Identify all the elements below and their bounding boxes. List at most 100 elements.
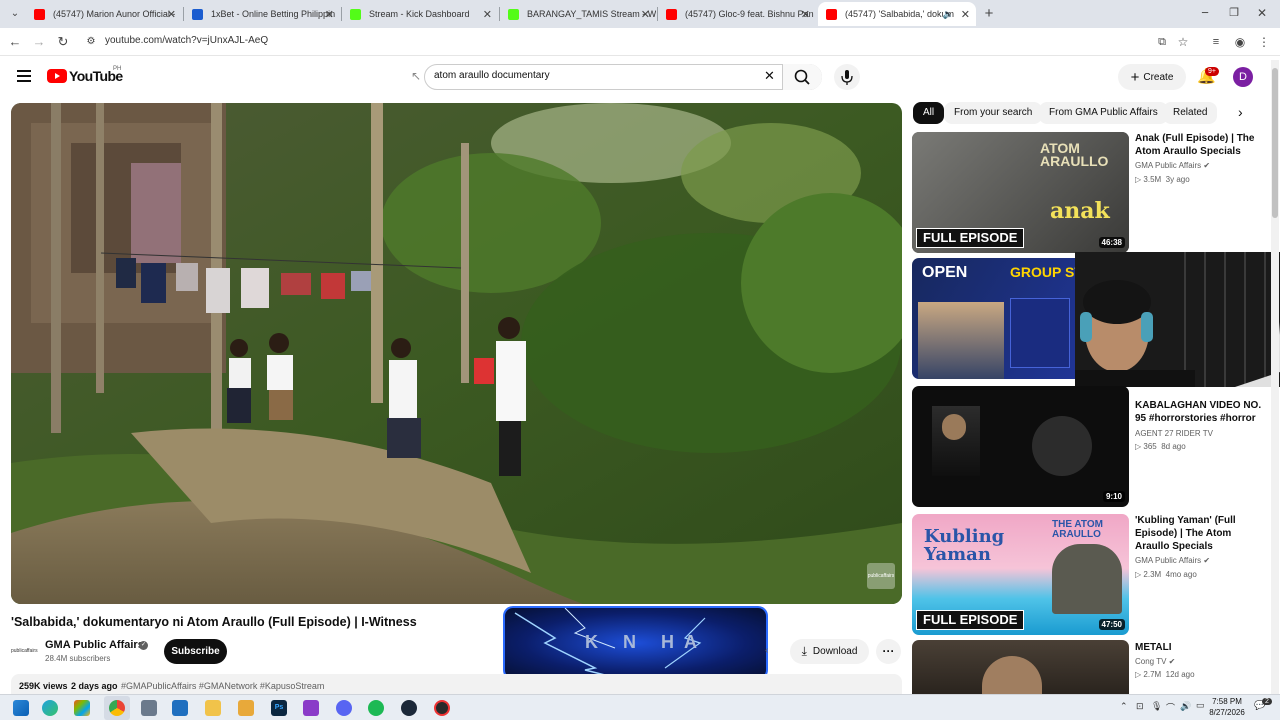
reel-icon: ▷ [1135,670,1142,679]
search-button[interactable] [782,64,822,90]
chevron-left-icon[interactable]: ‹ [765,645,768,656]
channel-name[interactable]: GMA Public Affairs [1135,556,1201,565]
video-title[interactable]: 'Kubling Yaman' (Full Episode) | The Ato… [1135,514,1265,553]
vscode-icon[interactable] [172,700,188,716]
stats-line: ▷ 3.5M 3y ago [1135,175,1190,184]
youtube-logo[interactable]: YouTube [47,68,123,84]
tab-search-icon[interactable]: ⌄ [6,5,24,23]
description-box[interactable]: 259K views 2 days ago #GMAPublicAffairs … [11,674,902,694]
close-tab-icon[interactable]: ✕ [325,8,334,21]
chip-all[interactable]: All [913,102,945,124]
network-icon[interactable]: ⊡ [1136,701,1144,712]
close-tab-icon[interactable]: ✕ [801,8,810,21]
address-bar[interactable]: youtube.com/watch?v=jUnxAJL-AeQ [105,35,268,46]
video-player[interactable]: publicaffairs [11,103,902,604]
clock-time[interactable]: 7:58 PM [1207,697,1247,706]
edge-icon[interactable] [42,700,58,716]
browser-tab[interactable]: (45747) Marion Aunor Official - ✕ [26,2,182,26]
thumbnail-brand-text: ATOM ARAULLO [1040,140,1109,169]
browser-tab[interactable]: BARANGAY_TAMIS Stream - Wa ✕ [500,2,656,26]
steam-icon[interactable] [401,700,417,716]
chrome-icon[interactable] [109,700,125,716]
close-tab-icon[interactable]: ✕ [641,8,650,21]
volume-icon[interactable]: 🔊 [1180,701,1191,712]
bookmark-star-icon[interactable]: ☆ [1174,33,1192,51]
chip-related[interactable]: Related [1163,102,1218,124]
close-window-icon[interactable]: ✕ [1253,4,1271,22]
video-thumbnail[interactable]: ATOM ARAULLO anak FULL EPISODE 46:38 [912,132,1129,253]
install-app-icon[interactable]: ⧉ [1153,33,1171,51]
browser-tab[interactable]: 1xBet - Online Betting Philippin ✕ [184,2,340,26]
minimize-icon[interactable]: − [1196,4,1214,22]
page-scrollbar[interactable] [1271,60,1279,694]
notification-count-badge: 2 [1262,698,1272,705]
profile-icon[interactable]: ◉ [1231,33,1249,51]
media-controls-icon[interactable]: ≡ [1207,33,1225,51]
verified-check-icon: ✔ [1203,556,1211,565]
close-tab-icon[interactable]: ✕ [483,8,492,21]
app-icon[interactable] [238,700,254,716]
download-button[interactable]: ⤓ Download [790,639,869,664]
create-button[interactable]: + Create [1118,64,1186,90]
chip-from-gma-public-affairs[interactable]: From GMA Public Affairs [1039,102,1168,124]
close-tab-icon[interactable]: ✕ [961,8,970,21]
scrollbar-thumb[interactable] [1272,68,1278,218]
spotify-icon[interactable] [368,700,384,716]
account-avatar[interactable]: D [1233,67,1253,87]
file-explorer-icon[interactable] [205,700,221,716]
show-hidden-icons[interactable]: ⌃ [1120,701,1128,712]
channel-name[interactable]: GMA Public Affairs [45,639,144,651]
browser-tab[interactable]: Stream - Kick Dashboard ✕ [342,2,498,26]
chip-from-your-search[interactable]: From your search [944,102,1043,124]
browser-tab-active[interactable]: (45747) 'Salbabida,' dokum 🔈 ✕ [818,2,976,26]
new-tab-icon[interactable]: + [980,5,998,23]
back-icon[interactable]: ← [6,33,24,51]
hashtags[interactable]: #GMAPublicAffairs #GMANetwork #KapusoStr… [121,681,324,691]
kick-favicon-icon [350,8,361,20]
discord-icon[interactable] [336,700,352,716]
channel-name[interactable]: AGENT 27 RIDER TV [1135,429,1213,438]
chevron-right-icon[interactable]: › [1238,104,1243,120]
clock-date[interactable]: 8/27/2026 [1205,708,1249,717]
site-info-icon[interactable]: ⚙ [82,33,100,51]
channel-name[interactable]: Cong TV [1135,657,1166,666]
windows-start-icon[interactable] [13,700,29,716]
channel-avatar[interactable]: publicaffairs [11,640,38,662]
video-title[interactable]: Anak (Full Episode) | The Atom Araullo S… [1135,132,1265,158]
wifi-icon[interactable]: ⌒ [1166,701,1175,714]
restore-icon[interactable]: ❐ [1225,4,1243,22]
browser-menu-icon[interactable]: ⋮ [1255,33,1273,51]
video-thumbnail[interactable] [912,640,1129,694]
browser-tab[interactable]: (45747) Gloc-9 feat. Bishnu Pan ✕ [658,2,816,26]
app-icon[interactable] [303,700,319,716]
obs-icon[interactable] [434,700,450,716]
channel-name[interactable]: GMA Public Affairs [1135,161,1201,170]
menu-hamburger-icon[interactable] [17,69,31,82]
clear-search-icon[interactable]: ✕ [764,68,775,84]
microphone-icon[interactable]: 🎙 [1151,701,1162,712]
microphone-icon [841,70,853,85]
webcam-overlay [1075,252,1280,387]
voice-search-button[interactable] [834,64,860,90]
view-count: 2.3M [1143,570,1162,579]
reload-icon[interactable]: ↻ [54,33,72,51]
battery-icon[interactable]: ▭ [1196,700,1205,711]
forward-icon[interactable]: → [30,33,48,51]
photoshop-icon[interactable]: Ps [271,700,287,716]
search-input[interactable]: atom araullo documentary [434,70,550,81]
more-actions-icon[interactable]: ··· [876,639,901,664]
video-thumbnail[interactable]: Kubling Yaman THE ATOM ARAULLO FULL EPIS… [912,514,1129,635]
app-icon[interactable] [141,700,157,716]
channel-watermark[interactable]: publicaffairs [867,563,895,589]
upload-age: 2 days ago [71,681,118,691]
copilot-icon[interactable] [74,700,90,716]
close-tab-icon[interactable]: ✕ [167,8,176,21]
windows-taskbar: Ps ⌃ ⊡ 🎙 ⌒ 🔊 ▭ 7:58 PM 8/27/2026 💬 2 [0,694,1280,720]
video-title[interactable]: METALI [1135,641,1265,654]
subscribe-button[interactable]: Subscribe [164,639,227,664]
browser-tab-bar: ⌄ (45747) Marion Aunor Official - ✕ 1xBe… [0,0,1280,28]
video-thumbnail[interactable]: 9:10 [912,386,1129,507]
speaker-icon[interactable]: 🔈 [943,9,954,20]
video-title[interactable]: KABALAGHAN VIDEO NO. 95 #horrorstories #… [1135,399,1265,425]
1xbet-favicon-icon [192,8,203,20]
